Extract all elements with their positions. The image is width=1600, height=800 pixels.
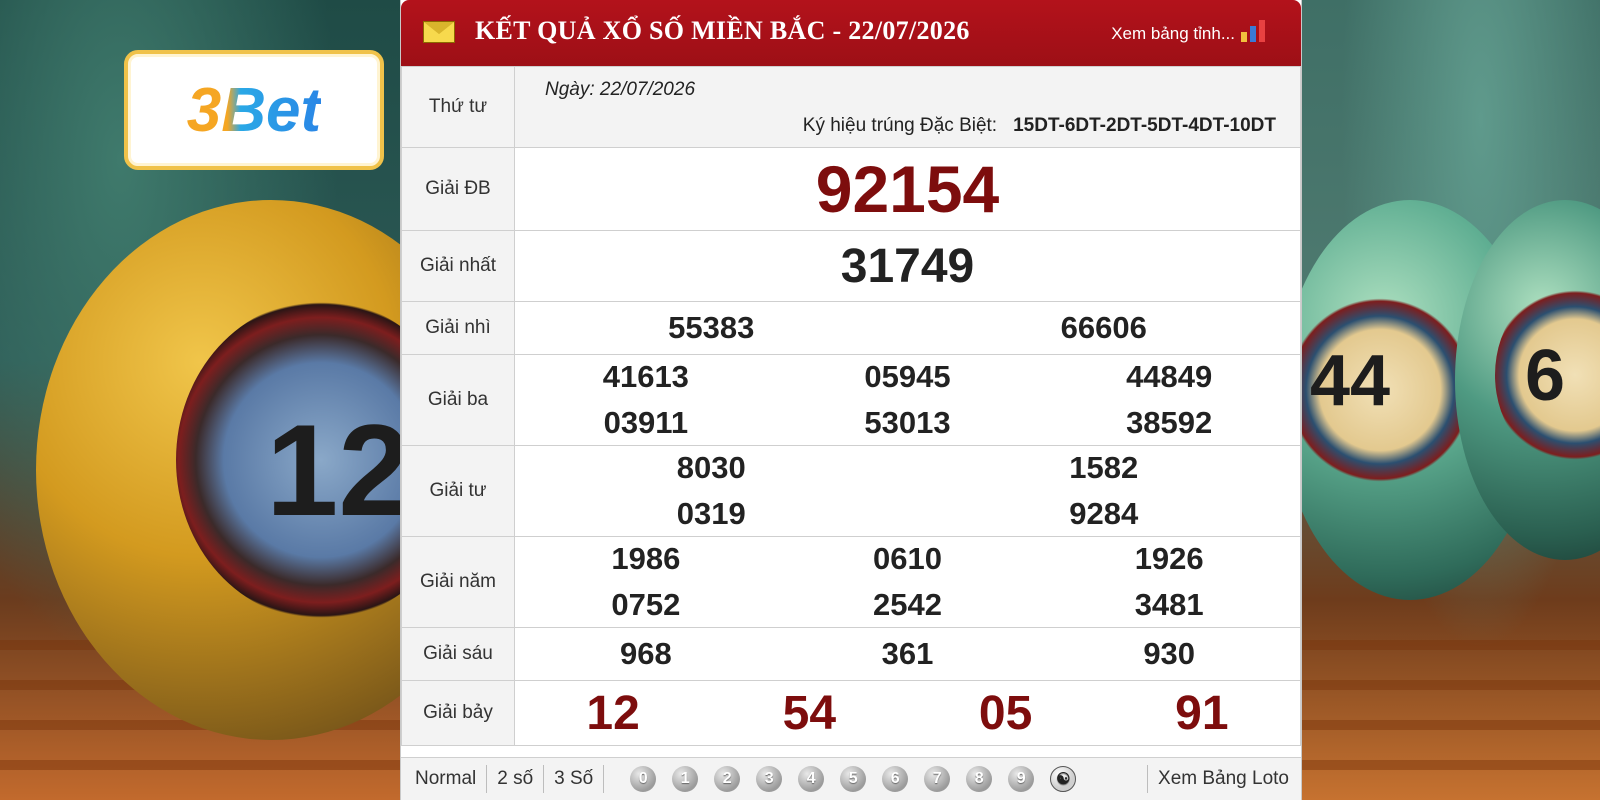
prize-number: 968 <box>619 636 672 671</box>
digit-1-button[interactable]: 1 <box>672 766 699 792</box>
sixth-prize-cell: 968 361 930 <box>514 627 1301 681</box>
prize-number: 66606 <box>1060 310 1147 345</box>
prize-number: 38592 <box>1126 405 1213 440</box>
digit-5-button[interactable]: 5 <box>840 766 867 792</box>
prize-label: Giải sáu <box>401 627 515 681</box>
results-title: KẾT QUẢ XỔ SỐ MIỀN BẮC - 22/07/2026 <box>475 16 970 45</box>
province-table-link[interactable]: Xem bảng tỉnh... <box>1111 24 1235 44</box>
brand-logo: 3Bet <box>124 50 384 170</box>
prize-label: Giải năm <box>401 536 515 628</box>
ball-number: 6 <box>1525 336 1566 416</box>
prize-number: 0610 <box>873 541 942 576</box>
prize-number: 0319 <box>676 496 746 531</box>
ball-number: 12 <box>266 397 411 543</box>
prize-label: Giải nhì <box>401 301 515 355</box>
digit-4-button[interactable]: 4 <box>798 766 825 792</box>
logo-text: 3Bet <box>186 75 322 145</box>
tab-2-so[interactable]: 2 số <box>487 765 545 793</box>
prize-number: 1986 <box>611 541 681 576</box>
prize-label: Giải tư <box>401 445 515 537</box>
digit-6-button[interactable]: 6 <box>882 766 909 792</box>
tab-3-so[interactable]: 3 Số <box>544 765 605 793</box>
digit-9-button[interactable]: 9 <box>1008 766 1035 792</box>
loto-table-link[interactable]: Xem Bảng Loto <box>1147 765 1289 793</box>
prize-number: 05945 <box>864 359 951 394</box>
digit-0-button[interactable]: 0 <box>630 766 657 792</box>
fourth-prize-cell: 8030 1582 0319 9284 <box>514 445 1301 537</box>
prize-number: 53013 <box>864 405 951 440</box>
prize-number: 54 <box>782 686 837 740</box>
prize-label: Giải bảy <box>401 680 515 746</box>
weekday-label: Thứ tư <box>401 66 515 148</box>
prize-number: 1926 <box>1134 541 1204 576</box>
prize-number: 91 <box>1175 686 1229 740</box>
prize-number: 0752 <box>611 587 681 622</box>
fifth-prize-cell: 1986 0610 1926 0752 2542 3481 <box>514 536 1301 628</box>
digit-7-button[interactable]: 7 <box>924 766 951 792</box>
tab-normal[interactable]: Normal <box>401 765 488 793</box>
prize-number: 1582 <box>1069 450 1139 485</box>
special-code-label: Ký hiệu trúng Đặc Biệt: <box>802 115 998 136</box>
first-prize-number: 31749 <box>514 230 1301 302</box>
info-cell: Ngày: 22/07/2026 Ký hiệu trúng Đặc Biệt:… <box>514 66 1301 148</box>
results-table: Thứ tư Ngày: 22/07/2026 Ký hiệu trúng Đặ… <box>401 66 1301 746</box>
second-prize-cell: 55383 66606 <box>514 301 1301 355</box>
prize-label: Giải ĐB <box>401 147 515 231</box>
bar-chart-icon[interactable] <box>1241 20 1271 42</box>
prize-number: 2542 <box>873 587 942 622</box>
prize-number: 9284 <box>1069 496 1139 531</box>
digit-8-button[interactable]: 8 <box>966 766 993 792</box>
yin-yang-icon[interactable]: ☯ <box>1050 766 1077 792</box>
special-code: Ký hiệu trúng Đặc Biệt: 15DT-6DT-2DT-5DT-… <box>803 115 1276 137</box>
special-code-value: 15DT-6DT-2DT-5DT-4DT-10DT <box>1013 115 1276 136</box>
prize-number: 55383 <box>668 310 755 345</box>
prize-number: 8030 <box>676 450 746 485</box>
seventh-prize-cell: 12 54 05 91 <box>514 680 1301 746</box>
prize-number: 44849 <box>1126 359 1213 394</box>
prize-number: 05 <box>978 686 1033 740</box>
digit-2-button[interactable]: 2 <box>714 766 741 792</box>
results-panel: KẾT QUẢ XỔ SỐ MIỀN BẮC - 22/07/2026 Xem … <box>400 0 1302 800</box>
ball-number: 44 <box>1310 341 1391 421</box>
prize-number: 930 <box>1143 636 1196 671</box>
prize-number: 361 <box>881 636 934 671</box>
prize-label: Giải ba <box>401 354 515 446</box>
mail-icon <box>423 21 455 43</box>
prize-label: Giải nhất <box>401 230 515 302</box>
special-prize-number: 92154 <box>514 147 1301 231</box>
digit-3-button[interactable]: 3 <box>756 766 783 792</box>
third-prize-cell: 41613 05945 44849 03911 53013 38592 <box>514 354 1301 446</box>
prize-number: 41613 <box>602 359 689 394</box>
prize-number: 12 <box>586 686 640 740</box>
digit-filter: 0 1 2 3 4 5 6 7 8 9 ☯ <box>630 766 1077 792</box>
prize-number: 03911 <box>603 405 689 440</box>
prize-number: 3481 <box>1134 587 1204 622</box>
draw-date: Ngày: 22/07/2026 <box>545 79 696 100</box>
results-header: KẾT QUẢ XỔ SỐ MIỀN BẮC - 22/07/2026 Xem … <box>401 0 1301 66</box>
results-footer: Normal 2 số 3 Số 0 1 2 3 4 5 6 7 8 9 ☯ X… <box>401 757 1301 800</box>
